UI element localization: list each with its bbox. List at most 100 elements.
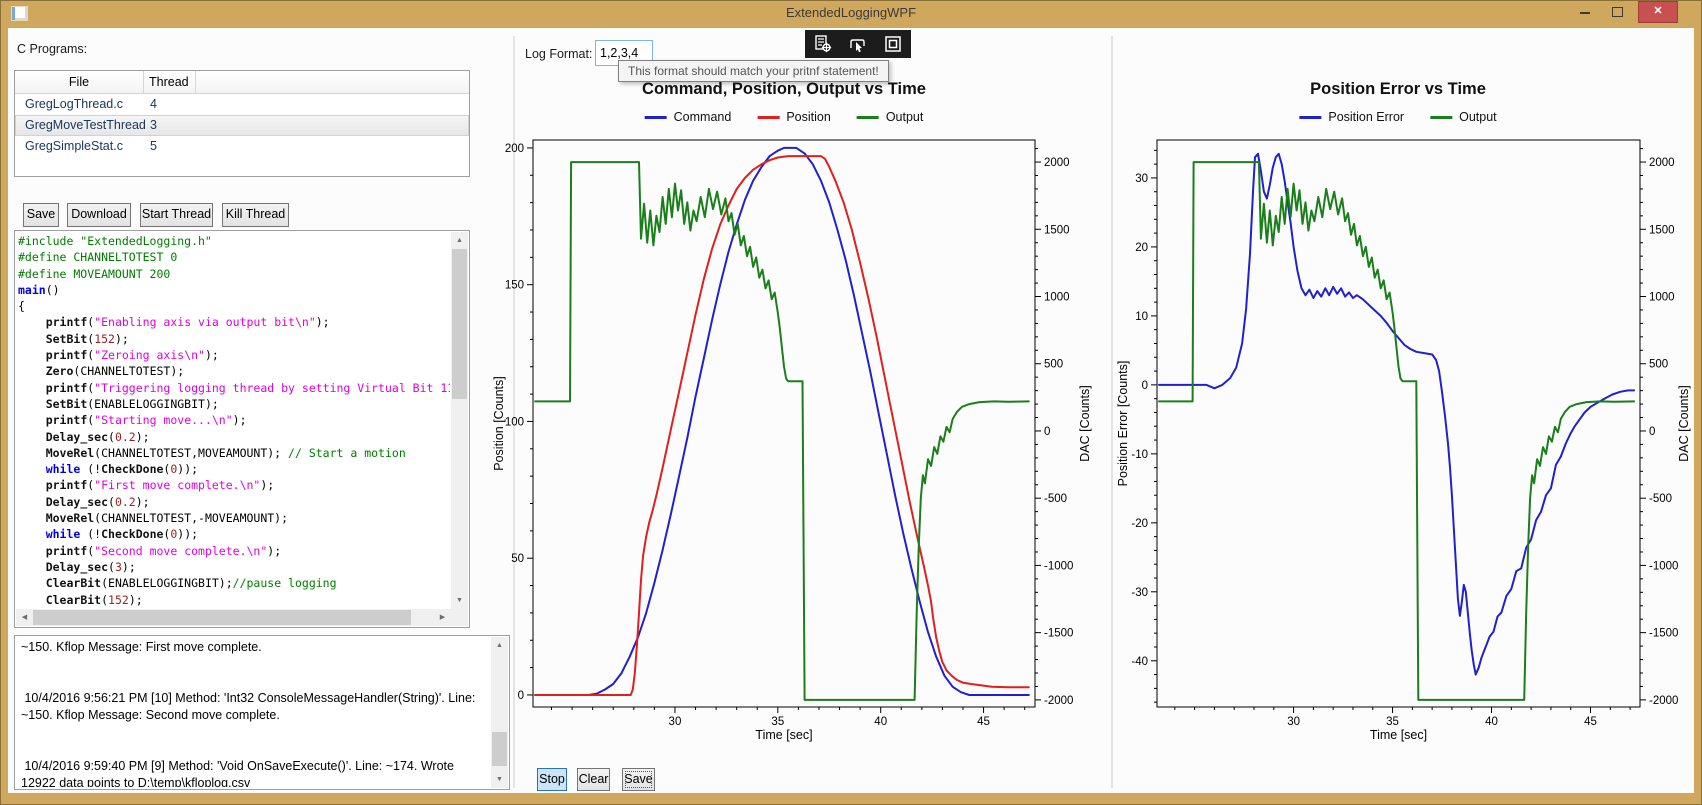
code-line: MoveRel(CHANNELTOTEST,MOVEAMOUNT); // St… [18,445,450,461]
svg-text:Position [Counts]: Position [Counts] [492,376,506,471]
close-button[interactable]: ✕ [1638,1,1678,23]
minimize-button[interactable] [1572,0,1598,22]
scroll-left-icon[interactable]: ◀ [16,609,33,626]
svg-text:0: 0 [1044,426,1050,438]
maximize-icon [1612,7,1623,17]
legend-item: Command [645,110,732,124]
svg-text:-30: -30 [1131,587,1148,599]
list-body: GregLogThread.c 4GregMoveTestThread3GregS… [15,94,469,157]
scroll-up-icon[interactable]: ▲ [451,232,468,249]
column-header-thread[interactable]: Thread [143,71,196,93]
svg-text:-1000: -1000 [1649,560,1678,572]
legend-line-swatch [1299,116,1321,119]
code-line: printf("Second move complete.\n"); [18,543,450,559]
legend-item: Position Error [1299,110,1404,124]
c-programs-list[interactable]: File Thread GregLogThread.c 4GregMoveTest… [14,70,470,177]
log-format-label: Log Format: [525,47,592,61]
legend-label: Command [674,110,732,124]
titlebar[interactable]: ExtendedLoggingWPF ✕ [0,0,1702,28]
code-line: ClearBit(ENABLELOGGINGBIT);//pause loggi… [18,575,450,591]
code-line: printf("Enabling axis via output bit\n")… [18,314,450,330]
code-vertical-scrollbar[interactable]: ▲ ▼ [451,232,468,609]
maximize-button[interactable] [1604,0,1630,22]
clear-button[interactable]: Clear [577,768,610,791]
kill-thread-button[interactable]: Kill Thread [222,203,289,227]
file-list-row[interactable]: GregMoveTestThread3 [15,115,469,136]
svg-text:40: 40 [1485,716,1498,728]
chart-mini-toolbar [805,30,911,58]
svg-text:20: 20 [1135,242,1148,254]
start-thread-button[interactable]: Start Thread [140,203,213,227]
svg-text:0: 0 [518,690,524,702]
code-text[interactable]: #include "ExtendedLogging.h"#define CHAN… [18,233,450,608]
reset-view-icon[interactable] [883,34,903,54]
legend-item: Output [857,110,924,124]
scrollbar-thumb[interactable] [33,610,411,625]
legend-line-swatch [1430,116,1452,119]
save-program-button[interactable]: Save [23,203,59,227]
scroll-down-icon[interactable]: ▼ [491,771,508,788]
legend-label: Output [886,110,924,124]
code-line: main() [18,282,450,298]
code-line: Delay_sec(0.2); [18,429,450,445]
code-line: MoveRel(CHANNELTOTEST,-MOVEAMOUNT); [18,510,450,526]
svg-text:10: 10 [1135,311,1148,323]
svg-text:500: 500 [1649,359,1668,371]
svg-text:45: 45 [1584,716,1597,728]
download-button[interactable]: Download [67,203,131,227]
svg-text:1000: 1000 [1044,292,1070,304]
code-line: SetBit(ENABLELOGGINGBIT); [18,396,450,412]
file-name: GregMoveTestThread [25,115,146,136]
scrollbar-corner [451,609,468,626]
stop-button[interactable]: Stop [537,768,567,791]
scroll-right-icon[interactable]: ▶ [434,609,451,626]
code-line: { [18,298,450,314]
code-line: #define MOVEAMOUNT 200 [18,266,450,282]
svg-text:2000: 2000 [1044,157,1070,169]
code-line: SetBit(152); [18,331,450,347]
code-line: printf("Triggering logging thread by set… [18,380,450,396]
svg-text:0: 0 [1649,426,1655,438]
list-header[interactable]: File Thread [15,71,469,94]
legend-label: Output [1459,110,1497,124]
chart1-title: Command, Position, Output vs Time [642,80,926,99]
svg-text:-500: -500 [1649,493,1672,505]
file-list-row[interactable]: GregSimpleStat.c 5 [15,136,469,157]
minimize-icon [1580,12,1590,14]
svg-text:30: 30 [1135,173,1148,185]
legend-label: Position Error [1328,110,1404,124]
console-vertical-scrollbar[interactable]: ▲ ▼ [491,637,508,788]
column-header-file[interactable]: File [15,71,144,93]
scroll-up-icon[interactable]: ▲ [491,637,508,654]
script-tracker-icon[interactable] [813,34,833,54]
file-name: GregLogThread.c [25,94,123,115]
select-region-icon[interactable] [848,34,868,54]
scrollbar-thumb[interactable] [452,249,467,399]
code-line: printf("Zeroing axis\n"); [18,347,450,363]
console-message [21,741,489,758]
console-message [21,724,489,741]
code-line: while (!CheckDone(0)); [18,526,450,542]
console-output[interactable]: ~150. Kflop Message: First move complete… [14,635,510,790]
file-list-row[interactable]: GregLogThread.c 4 [15,94,469,115]
code-line: #include "ExtendedLogging.h" [18,233,450,249]
panel-divider-charts [1111,36,1113,788]
log-format-tooltip: This format should match your pritnf sta… [618,60,889,82]
console-text: ~150. Kflop Message: First move complete… [21,639,489,787]
thread-number: 5 [150,136,157,157]
svg-text:-1500: -1500 [1649,628,1678,640]
code-line: printf("Starting move...\n"); [18,412,450,428]
legend-line-swatch [645,116,667,119]
svg-text:Position Error [Counts]: Position Error [Counts] [1116,361,1130,487]
chart2-legend: Position Error Output [1299,110,1496,124]
file-name: GregSimpleStat.c [25,136,123,157]
console-message: 10/4/2016 9:56:21 PM [10] Method: 'Int32… [21,690,489,724]
code-horizontal-scrollbar[interactable]: ◀ ▶ [16,609,451,626]
scrollbar-thumb[interactable] [492,732,507,766]
save-log-button[interactable]: Save [622,768,655,791]
scroll-down-icon[interactable]: ▼ [451,592,468,609]
code-editor[interactable]: #include "ExtendedLogging.h"#define CHAN… [14,230,470,628]
legend-item: Output [1430,110,1497,124]
thread-number: 4 [150,94,157,115]
svg-text:0: 0 [1142,380,1148,392]
